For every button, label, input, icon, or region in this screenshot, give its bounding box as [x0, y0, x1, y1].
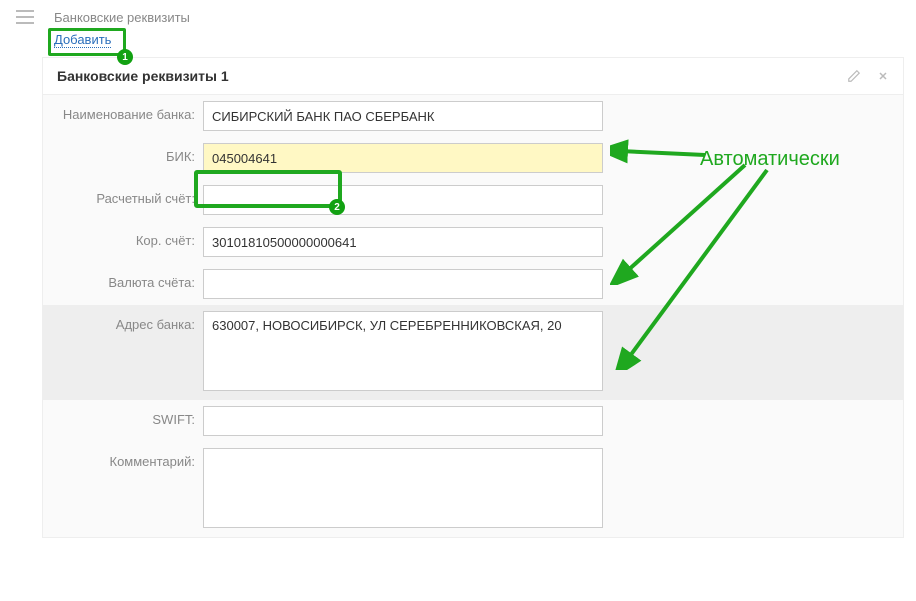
annotation-auto-label: Автоматически [700, 148, 840, 171]
account-input[interactable] [203, 185, 603, 215]
currency-label: Валюта счёта: [53, 269, 203, 290]
close-icon[interactable] [877, 70, 889, 82]
bank-name-input[interactable] [203, 101, 603, 131]
bik-label: БИК: [53, 143, 203, 164]
annotation-badge-2: 2 [329, 199, 345, 215]
comment-input[interactable] [203, 448, 603, 528]
bik-input[interactable] [203, 143, 603, 173]
bank-details-panel: Банковские реквизиты 1 Наименование банк… [42, 57, 904, 538]
swift-input[interactable] [203, 406, 603, 436]
account-label: Расчетный счёт: [53, 185, 203, 206]
comment-label: Комментарий: [53, 448, 203, 469]
corr-input[interactable] [203, 227, 603, 257]
annotation-badge-1: 1 [117, 49, 133, 65]
menu-icon[interactable] [16, 10, 34, 24]
section-title: Банковские реквизиты [54, 10, 190, 25]
annotation-highlight-1 [48, 28, 126, 56]
currency-input[interactable] [203, 269, 603, 299]
bank-name-label: Наименование банка: [53, 101, 203, 122]
panel-title: Банковские реквизиты 1 [57, 68, 229, 84]
address-input[interactable] [203, 311, 603, 391]
address-label: Адрес банка: [53, 311, 203, 332]
corr-label: Кор. счёт: [53, 227, 203, 248]
edit-icon[interactable] [847, 69, 861, 83]
swift-label: SWIFT: [53, 406, 203, 427]
